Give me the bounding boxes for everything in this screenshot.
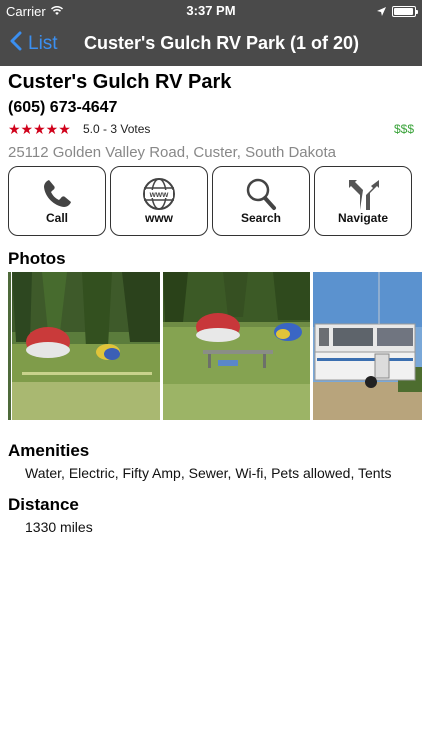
page-title: Custer's Gulch RV Park (1 of 20) xyxy=(84,33,360,53)
phone-icon xyxy=(9,177,105,211)
battery-fill xyxy=(394,8,413,15)
clock: 3:37 PM xyxy=(186,3,236,18)
price-level: $$$ xyxy=(393,122,414,136)
magnifier-icon xyxy=(213,177,309,211)
location-arrow-icon xyxy=(377,4,386,19)
distance-value: 1330 miles xyxy=(25,519,93,535)
phone-number[interactable]: (605) 673-4647 xyxy=(8,99,117,117)
address: 25112 Golden Valley Road, Custer, South … xyxy=(8,144,336,161)
search-button-label: Search xyxy=(240,211,282,225)
website-button[interactable]: www www xyxy=(110,166,208,236)
search-button[interactable]: Search xyxy=(212,166,310,236)
navigate-button-label: Navigate xyxy=(337,211,389,225)
photos-heading: Photos xyxy=(8,249,66,268)
battery-icon xyxy=(392,6,418,17)
star-rating: ★★★★★ xyxy=(8,121,71,137)
call-button[interactable]: Call xyxy=(8,166,106,236)
park-name: Custer's Gulch RV Park xyxy=(8,71,232,93)
svg-text:www: www xyxy=(149,190,169,199)
navigate-button[interactable]: Navigate xyxy=(314,166,412,236)
back-button-label: List xyxy=(28,33,58,54)
photo-tent-picnic[interactable] xyxy=(163,272,310,420)
amenities-list: Water, Electric, Fifty Amp, Sewer, Wi-fi… xyxy=(25,465,392,481)
amenities-heading: Amenities xyxy=(8,441,90,460)
back-button[interactable]: List xyxy=(10,31,58,57)
rating-text: 5.0 - 3 Votes xyxy=(83,122,151,136)
detail-content: Custer's Gulch RV Park (605) 673-4647 ★★… xyxy=(0,66,422,750)
route-fork-icon xyxy=(315,177,411,211)
status-bar: Carrier 3:37 PM xyxy=(0,0,422,22)
call-button-label: Call xyxy=(45,211,68,225)
rating-row: ★★★★★ 5.0 - 3 Votes $$$ xyxy=(8,121,414,139)
photo-gallery[interactable] xyxy=(8,272,422,420)
photo-camper[interactable] xyxy=(313,272,422,420)
navigation-bar: List Custer's Gulch RV Park (1 of 20) xyxy=(0,22,422,66)
photo-tent-meadow[interactable] xyxy=(12,272,160,420)
photo-edge xyxy=(8,272,11,420)
distance-heading: Distance xyxy=(8,495,79,514)
chevron-left-icon xyxy=(10,31,22,57)
action-buttons: Call www www Search Navigate xyxy=(8,166,414,236)
website-button-label: www xyxy=(144,211,173,225)
status-right xyxy=(377,4,418,19)
globe-icon: www xyxy=(111,177,207,211)
